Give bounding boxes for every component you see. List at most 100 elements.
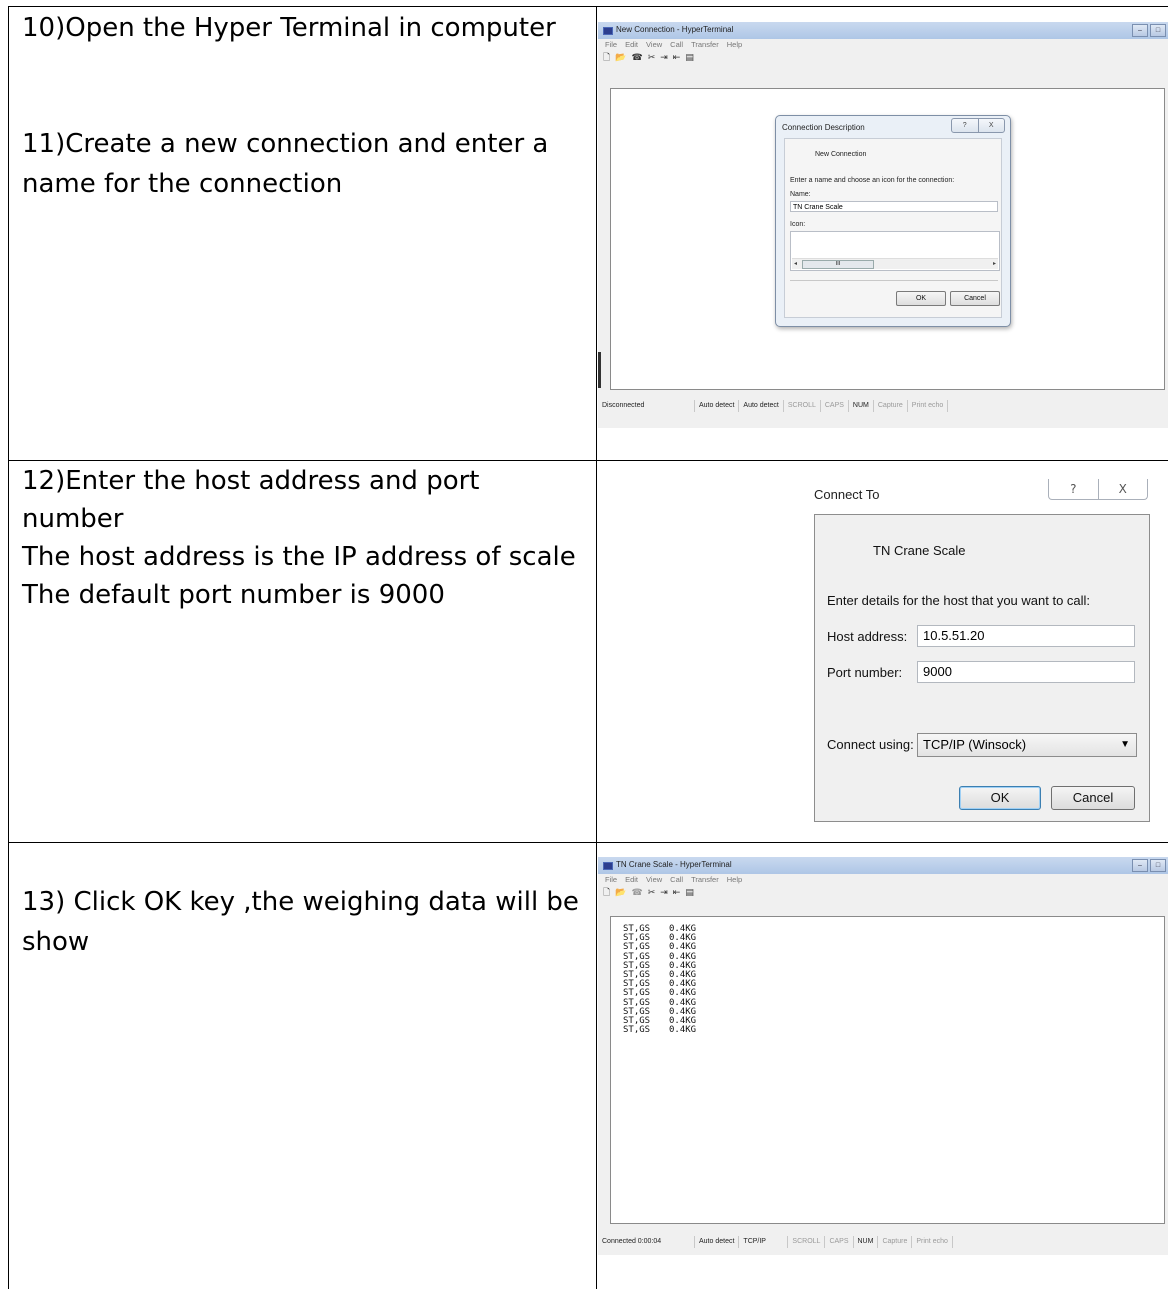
toolbar: 🗋 📂 ☎ ✂ ⇥ ⇤ ▤	[598, 51, 1168, 65]
phone-icon[interactable]: ☎	[631, 52, 642, 64]
minimize-button[interactable]: –	[1132, 859, 1148, 872]
status-caps: CAPS	[825, 1236, 854, 1248]
cancel-button[interactable]: Cancel	[1051, 786, 1135, 810]
icon-label: Icon:	[790, 221, 806, 228]
connect-using-select[interactable]: TCP/IP (Winsock) ▼	[917, 733, 1137, 757]
menu-file[interactable]: File	[605, 874, 617, 886]
name-label: Name:	[790, 191, 811, 198]
close-button[interactable]: X	[1099, 479, 1148, 499]
status-capture: Capture	[878, 1236, 913, 1248]
connection-name: TN Crane Scale	[873, 543, 966, 558]
menu-view[interactable]: View	[646, 874, 662, 886]
step-line: 12)Enter the host address and port	[22, 466, 480, 496]
menu-transfer[interactable]: Transfer	[691, 874, 719, 886]
window-title: TN Crane Scale - HyperTerminal	[616, 860, 732, 869]
dialog-title: Connect To	[814, 487, 880, 502]
terminal-line: ST,GS 0.4KG	[623, 1026, 696, 1035]
cancel-button[interactable]: Cancel	[950, 291, 1000, 306]
status-connection: Connected 0:00:04	[598, 1236, 695, 1248]
maximize-button[interactable]: □	[1150, 859, 1166, 872]
scroll-thumb[interactable]: III	[802, 260, 874, 269]
connection-description-dialog: Connection Description ? X New Connectio…	[775, 115, 1011, 327]
port-number-field[interactable]: 9000	[917, 661, 1135, 683]
status-caps: CAPS	[821, 400, 849, 412]
chevron-down-icon[interactable]: ▼	[1120, 734, 1130, 756]
ok-button[interactable]: OK	[896, 291, 946, 306]
step-12-text: 12)Enter the host address and port numbe…	[22, 462, 582, 614]
new-icon[interactable]: 🗋	[603, 52, 610, 64]
status-detect: Auto detect	[695, 1236, 740, 1248]
port-number-label: Port number:	[827, 665, 903, 680]
dialog-title: Connection Description	[782, 123, 865, 132]
help-button[interactable]: ?	[952, 119, 979, 132]
menu-view[interactable]: View	[646, 39, 662, 51]
menu-help[interactable]: Help	[727, 874, 742, 886]
window-title: New Connection - HyperTerminal	[616, 25, 734, 34]
send-icon[interactable]: ⇥	[660, 887, 668, 899]
new-icon[interactable]: 🗋	[603, 887, 610, 899]
app-icon	[603, 862, 613, 870]
connect-using-label: Connect using:	[827, 737, 914, 752]
open-icon[interactable]: 📂	[615, 887, 626, 899]
disconnect-icon[interactable]: ✂	[648, 887, 656, 899]
dialog-body: New Connection Enter a name and choose a…	[784, 138, 1002, 318]
connect-using-value: TCP/IP (Winsock)	[923, 737, 1027, 752]
status-num: NUM	[854, 1236, 879, 1248]
step-line: 10)Open the Hyper Terminal in computer	[22, 13, 556, 43]
scroll-left-icon[interactable]: ◂	[794, 259, 797, 269]
status-protocol: TCP/IP	[739, 1236, 789, 1248]
dialog-body: TN Crane Scale Enter details for the hos…	[814, 514, 1150, 822]
maximize-button[interactable]: □	[1150, 24, 1166, 37]
menu-transfer[interactable]: Transfer	[691, 39, 719, 51]
step-line: name for the connection	[22, 169, 343, 199]
terminal-area[interactable]: Connection Description ? X New Connectio…	[610, 88, 1165, 390]
status-capture: Capture	[874, 400, 908, 412]
title-bar: TN Crane Scale - HyperTerminal – □	[598, 857, 1168, 874]
scroll-right-icon[interactable]: ▸	[993, 259, 996, 269]
status-bar: Disconnected Auto detect Auto detect SCR…	[598, 399, 1168, 413]
help-button[interactable]: ?	[1049, 479, 1099, 499]
hyperterminal-window-tn-crane-scale: TN Crane Scale - HyperTerminal – □ File …	[598, 857, 1168, 1255]
status-detect-1: Auto detect	[695, 400, 740, 412]
step-13-text: 13) Click OK key ,the weighing data will…	[22, 882, 582, 962]
menu-help[interactable]: Help	[727, 39, 742, 51]
menu-edit[interactable]: Edit	[625, 874, 638, 886]
properties-icon[interactable]: ▤	[685, 887, 694, 899]
menu-edit[interactable]: Edit	[625, 39, 638, 51]
receive-icon[interactable]: ⇤	[673, 52, 681, 64]
horizontal-scrollbar[interactable]: ◂ III ▸	[792, 258, 998, 269]
dialog-prompt: Enter a name and choose an icon for the …	[790, 177, 955, 184]
open-icon[interactable]: 📂	[615, 52, 626, 64]
close-button[interactable]: X	[979, 119, 1005, 132]
menu-bar: File Edit View Call Transfer Help	[598, 874, 1168, 886]
menu-call[interactable]: Call	[670, 39, 683, 51]
minimize-button[interactable]: –	[1132, 24, 1148, 37]
host-address-field[interactable]: 10.5.51.20	[917, 625, 1135, 647]
status-bar: Connected 0:00:04 Auto detect TCP/IP SCR…	[598, 1235, 1168, 1249]
phone-icon[interactable]: ☎	[631, 887, 642, 899]
window-edge	[598, 352, 601, 388]
step-line: 13) Click OK key ,the weighing data will…	[22, 887, 579, 917]
window-controls: – □	[1130, 24, 1166, 37]
step-line: show	[22, 927, 90, 957]
row-divider-2	[8, 842, 1168, 843]
send-icon[interactable]: ⇥	[660, 52, 668, 64]
name-field[interactable]: TN Crane Scale	[790, 201, 998, 212]
status-print-echo: Print echo	[908, 400, 949, 412]
status-connection: Disconnected	[598, 400, 695, 412]
dialog-title-buttons: ? X	[1048, 479, 1148, 500]
dialog-prompt: Enter details for the host that you want…	[827, 593, 1091, 608]
menu-file[interactable]: File	[605, 39, 617, 51]
properties-icon[interactable]: ▤	[685, 52, 694, 64]
status-detect-2: Auto detect	[739, 400, 784, 412]
menu-call[interactable]: Call	[670, 874, 683, 886]
icon-list[interactable]: ◂ III ▸	[790, 231, 1000, 271]
ok-button[interactable]: OK	[959, 786, 1041, 810]
terminal-area[interactable]: ST,GS 0.4KG ST,GS 0.4KG ST,GS 0.4KG ST,GS 0.4KG…	[610, 916, 1165, 1224]
step-line: number	[22, 504, 124, 534]
disconnect-icon[interactable]: ✂	[648, 52, 656, 64]
step-line: The default port number is 9000	[22, 580, 445, 610]
title-bar: New Connection - HyperTerminal – □	[598, 22, 1168, 39]
status-scroll: SCROLL	[784, 400, 821, 412]
receive-icon[interactable]: ⇤	[673, 887, 681, 899]
